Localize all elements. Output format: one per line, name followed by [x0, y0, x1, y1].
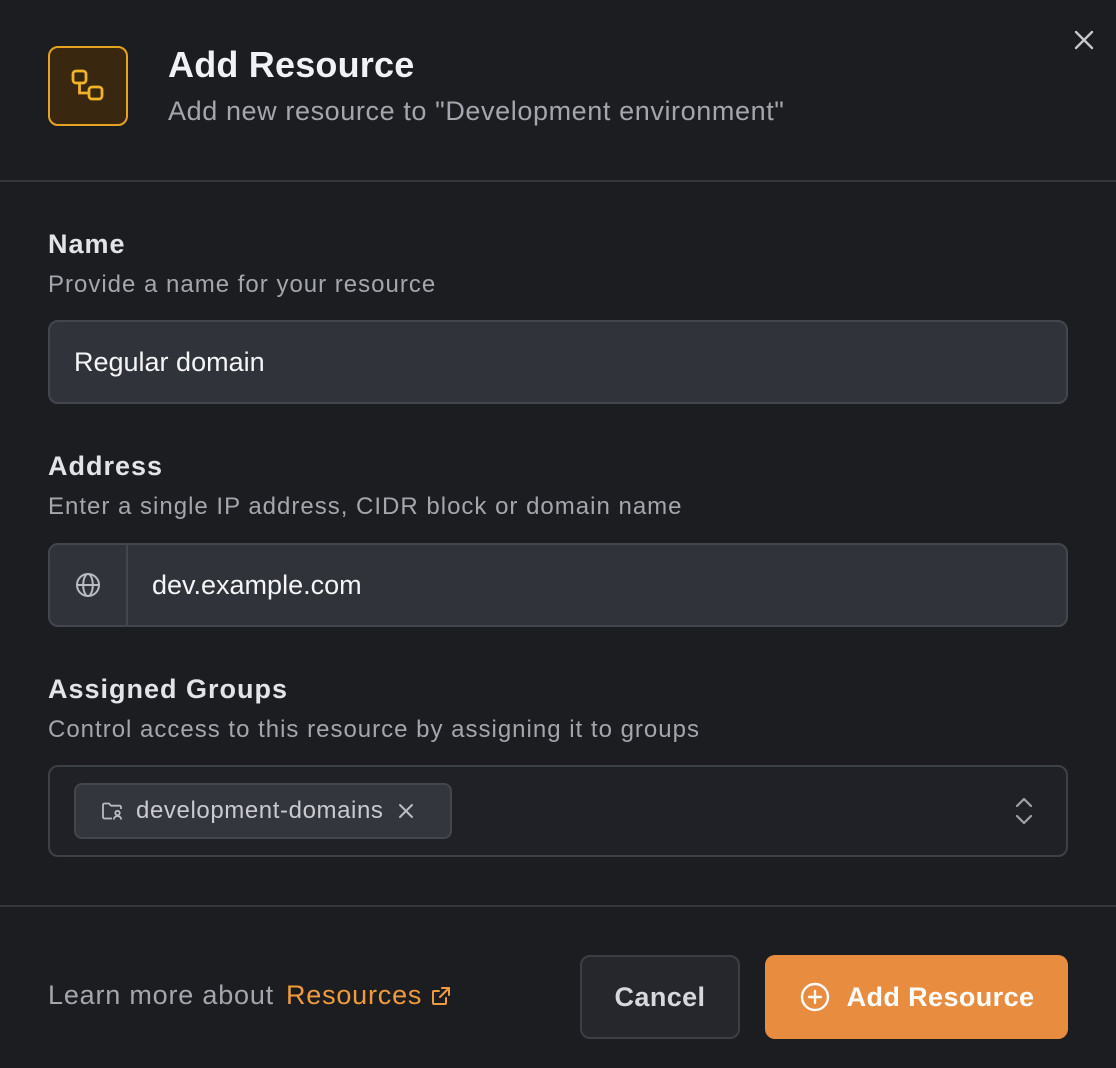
modal-title: Add Resource — [168, 44, 415, 85]
address-input-value: dev.example.com — [152, 569, 362, 600]
add-resource-modal: Add Resource Add new resource to "Develo… — [0, 0, 1116, 1068]
address-input[interactable]: dev.example.com — [48, 543, 1068, 627]
add-resource-button[interactable]: Add Resource — [765, 955, 1068, 1039]
modal-header: Add Resource Add new resource to "Develo… — [0, 0, 1116, 181]
groups-help: Control access to this resource by assig… — [48, 716, 700, 743]
name-label: Name — [48, 229, 126, 259]
learn-more-text: Learn more about — [48, 980, 274, 1010]
group-chip: development-domains — [74, 783, 452, 839]
groups-label: Assigned Groups — [48, 674, 289, 704]
resources-link[interactable]: Resources — [286, 980, 452, 1011]
resources-link-label: Resources — [285, 980, 423, 1010]
add-resource-button-label: Add Resource — [846, 981, 1035, 1012]
name-input-value: Regular domain — [74, 346, 265, 377]
learn-more: Learn more about Resources — [48, 980, 452, 1011]
close-icon — [1074, 30, 1094, 50]
modal-subtitle: Add new resource to "Development environ… — [168, 96, 785, 126]
folder-user-icon — [102, 802, 123, 820]
footer-divider — [0, 905, 1116, 907]
group-chip-label: development-domains — [136, 797, 384, 824]
cancel-button-label: Cancel — [614, 981, 706, 1012]
address-label: Address — [48, 451, 164, 481]
close-button[interactable] — [1068, 24, 1100, 56]
cancel-button[interactable]: Cancel — [580, 955, 740, 1039]
chevron-up-down-icon[interactable] — [1014, 795, 1034, 827]
address-prefix — [50, 545, 128, 625]
address-help: Enter a single IP address, CIDR block or… — [48, 493, 683, 520]
header-divider — [0, 180, 1116, 182]
resource-nodes-icon — [48, 46, 128, 126]
group-chip-remove[interactable] — [398, 803, 414, 819]
groups-select[interactable]: development-domains — [48, 765, 1068, 857]
plus-circle-icon — [800, 982, 829, 1012]
globe-icon — [76, 573, 100, 597]
close-icon — [398, 804, 413, 818]
external-link-icon — [432, 986, 451, 1005]
name-help: Provide a name for your resource — [48, 271, 437, 298]
name-input[interactable]: Regular domain — [48, 320, 1068, 404]
